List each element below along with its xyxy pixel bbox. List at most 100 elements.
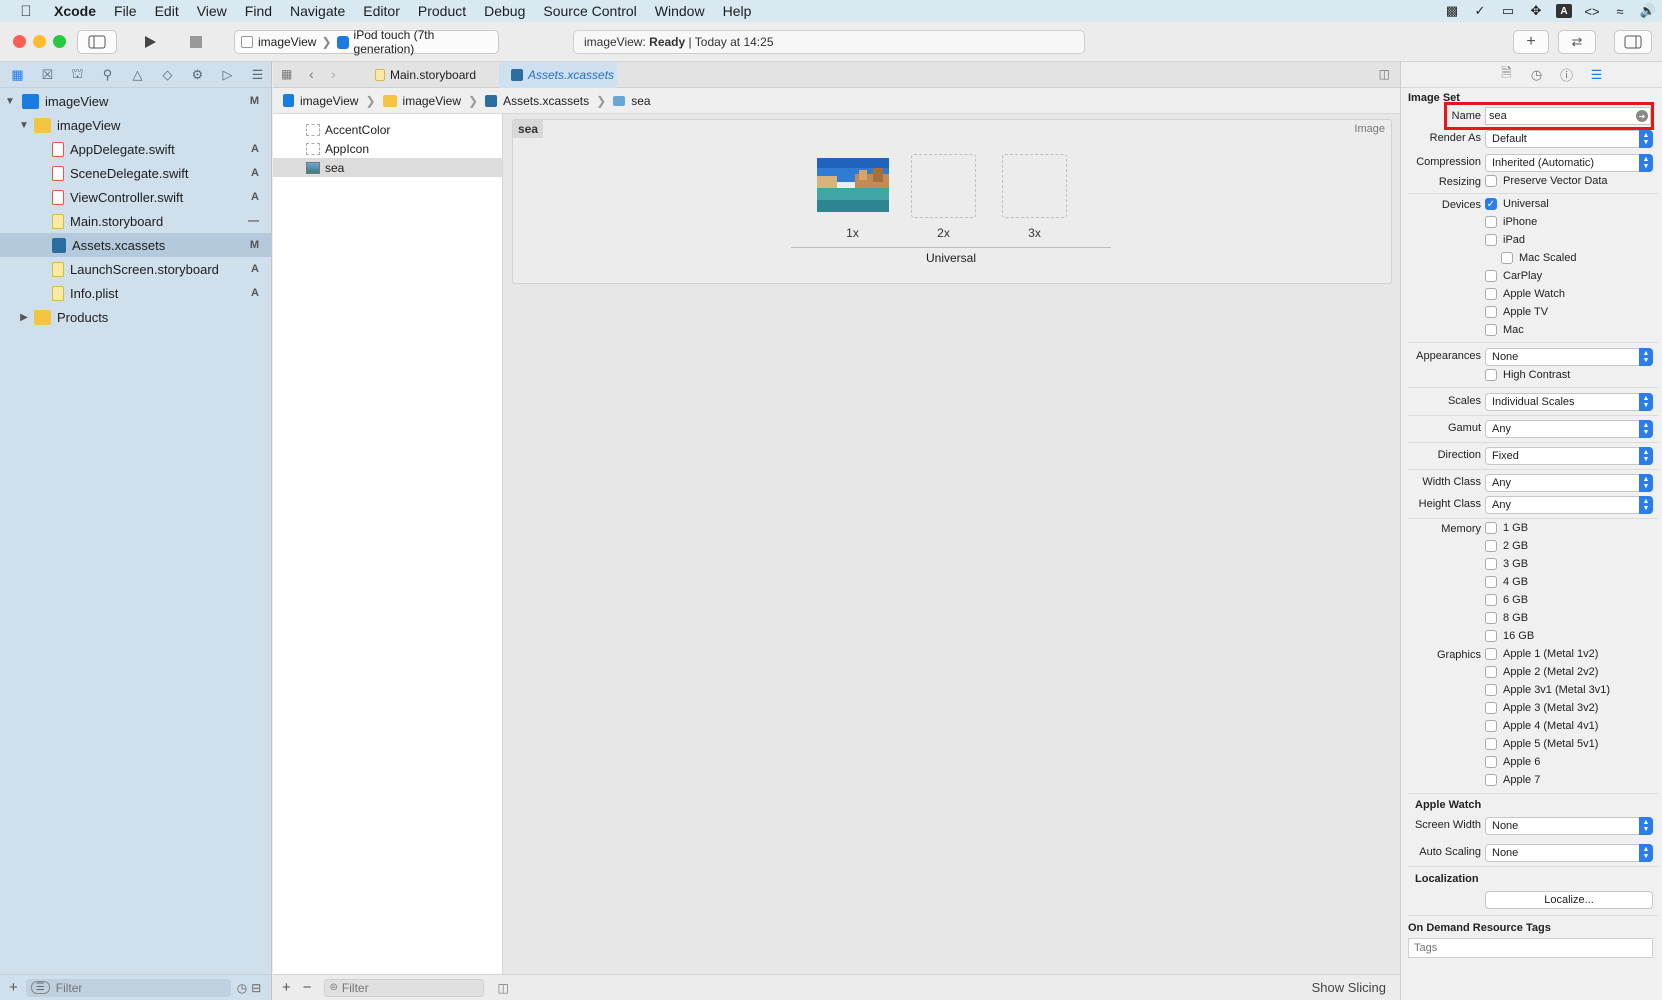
tree-file-row[interactable]: SceneDelegate.swift A — [0, 161, 271, 185]
device-mac-scaled-checkbox[interactable]: Mac Scaled — [1501, 252, 1576, 264]
direction-popup[interactable]: Fixed ▲ ▼ — [1485, 447, 1653, 465]
scales-popup[interactable]: Individual Scales ▲ ▼ — [1485, 393, 1653, 411]
airplay-icon[interactable]: ▭ — [1500, 3, 1516, 18]
asset-row[interactable]: AppIcon — [273, 139, 502, 158]
volume-icon[interactable]: 🔊 — [1640, 3, 1656, 18]
navigator-filter-field[interactable]: ☰ — [25, 978, 231, 997]
asset-filter-field[interactable]: ⊜ — [323, 978, 484, 997]
breakpoint-icon[interactable]: ▷ — [218, 67, 237, 83]
menu-product[interactable]: Product — [409, 3, 475, 19]
tree-file-row[interactable]: ViewController.swift A — [0, 185, 271, 209]
show-slicing-button[interactable]: Show Slicing — [1312, 980, 1386, 995]
render-as-popup[interactable]: Default ▲ ▼ — [1485, 130, 1653, 148]
menu-edit[interactable]: Edit — [146, 3, 188, 19]
input-source-icon[interactable]: A — [1556, 4, 1572, 18]
tree-file-row[interactable]: Info.plist A — [0, 281, 271, 305]
tab-assets-xcassets[interactable]: Assets.xcassets — [499, 62, 617, 88]
scm-filter-icon[interactable]: ⊟ — [251, 981, 261, 995]
menu-navigate[interactable]: Navigate — [281, 3, 354, 19]
symbol-icon[interactable]: ⛫ — [68, 66, 87, 83]
close-window-button[interactable] — [13, 35, 26, 48]
toggle-inspector-button[interactable] — [1614, 30, 1652, 54]
jump-item[interactable]: imageView — [403, 94, 461, 108]
asset-filter-input[interactable] — [341, 980, 462, 995]
memory-checkbox[interactable]: 4 GB — [1485, 576, 1528, 588]
device-apple-tv-checkbox[interactable]: Apple TV — [1485, 306, 1548, 318]
high-contrast-checkbox[interactable]: High Contrast — [1485, 369, 1570, 381]
menu-find[interactable]: Find — [236, 3, 281, 19]
camera-icon[interactable]: ▩ — [1444, 3, 1460, 18]
asset-row-selected[interactable]: sea — [273, 158, 502, 177]
menu-view[interactable]: View — [188, 3, 236, 19]
tree-group-row[interactable]: ▼ imageView — [0, 113, 271, 137]
memory-checkbox[interactable]: 3 GB — [1485, 558, 1528, 570]
gamut-popup[interactable]: Any ▲ ▼ — [1485, 420, 1653, 438]
navigator-filter-input[interactable] — [55, 980, 196, 995]
image-well-1x[interactable] — [817, 154, 889, 218]
tree-file-row[interactable]: LaunchScreen.storyboard A — [0, 257, 271, 281]
graphics-checkbox[interactable]: Apple 6 — [1485, 756, 1540, 768]
tree-group-row[interactable]: ▶ Products — [0, 305, 271, 329]
device-ipad-checkbox[interactable]: iPad — [1485, 234, 1525, 246]
memory-checkbox[interactable]: 16 GB — [1485, 630, 1534, 642]
localize-button[interactable]: Localize... — [1485, 891, 1653, 909]
add-file-icon[interactable]: + — [9, 979, 18, 996]
wifi-icon[interactable]: ≈ — [1612, 4, 1628, 19]
checkmark-circle-icon[interactable]: ✓ — [1472, 3, 1488, 18]
graphics-checkbox[interactable]: Apple 3v1 (Metal 3v1) — [1485, 684, 1610, 696]
graphics-checkbox[interactable]: Apple 7 — [1485, 774, 1540, 786]
asset-row[interactable]: AccentColor — [273, 120, 502, 139]
search-icon[interactable]: ⚲ — [98, 67, 117, 83]
menu-window[interactable]: Window — [646, 3, 714, 19]
apple-menu-icon[interactable]:  — [0, 3, 52, 20]
recent-files-icon[interactable]: ◷ — [237, 981, 247, 995]
code-review-button[interactable]: ⇄ — [1558, 30, 1596, 54]
height-class-popup[interactable]: Any ▲ ▼ — [1485, 496, 1653, 514]
image-well-2x[interactable] — [911, 154, 976, 218]
minimize-window-button[interactable] — [33, 35, 46, 48]
scheme-selector[interactable]: imageView ❯ iPod touch (7th generation) — [234, 28, 499, 56]
report-icon[interactable]: ☰ — [248, 67, 267, 83]
auto-scaling-popup[interactable]: None ▲ ▼ — [1485, 844, 1653, 862]
tree-file-row[interactable]: AppDelegate.swift A — [0, 137, 271, 161]
appearances-popup[interactable]: None ▲ ▼ — [1485, 348, 1653, 366]
menu-editor[interactable]: Editor — [354, 3, 409, 19]
jump-item[interactable]: sea — [631, 94, 650, 108]
stop-button[interactable] — [178, 30, 214, 54]
move-icon[interactable]: ✥ — [1528, 3, 1544, 18]
library-button[interactable]: + — [1513, 30, 1549, 54]
forward-arrow-icon[interactable]: › — [331, 66, 336, 82]
graphics-checkbox[interactable]: Apple 1 (Metal 1v2) — [1485, 648, 1598, 660]
add-asset-icon[interactable]: + — [282, 979, 291, 996]
help-icon[interactable]: ⓘ — [1559, 65, 1575, 84]
screen-width-popup[interactable]: None ▲ ▼ — [1485, 817, 1653, 835]
memory-checkbox[interactable]: 8 GB — [1485, 612, 1528, 624]
history-icon[interactable]: ◷ — [1529, 67, 1545, 83]
device-carplay-checkbox[interactable]: CarPlay — [1485, 270, 1542, 282]
go-arrow-icon[interactable]: ➜ — [1636, 110, 1648, 122]
tab-main-storyboard[interactable]: Main.storyboard — [363, 62, 497, 88]
tree-file-row[interactable]: Main.storyboard — — [0, 209, 271, 233]
memory-checkbox[interactable]: 1 GB — [1485, 522, 1528, 534]
disclosure-open-icon[interactable]: ▼ — [18, 120, 30, 131]
preserve-vector-checkbox[interactable]: Preserve Vector Data — [1485, 175, 1608, 187]
source-control-icon[interactable]: ☒ — [38, 67, 57, 83]
grid-icon[interactable]: ▦ — [281, 67, 292, 81]
memory-checkbox[interactable]: 6 GB — [1485, 594, 1528, 606]
width-class-popup[interactable]: Any ▲ ▼ — [1485, 474, 1653, 492]
menu-help[interactable]: Help — [714, 3, 761, 19]
device-iphone-checkbox[interactable]: iPhone — [1485, 216, 1537, 228]
file-inspector-icon[interactable]: 🗎 — [1499, 64, 1515, 86]
menu-debug[interactable]: Debug — [475, 3, 534, 19]
jump-item[interactable]: imageView — [300, 94, 358, 108]
back-arrow-icon[interactable]: ‹ — [309, 66, 314, 82]
attributes-icon[interactable]: ☰ — [1589, 67, 1605, 83]
tree-file-row-selected[interactable]: Assets.xcassets M — [0, 233, 271, 257]
folder-icon[interactable]: ▦ — [8, 67, 27, 83]
filter-options-icon[interactable]: ☰ — [30, 981, 50, 994]
disclosure-closed-icon[interactable]: ▶ — [18, 312, 30, 323]
menu-xcode[interactable]: Xcode — [52, 3, 105, 19]
toggle-navigator-button[interactable] — [77, 30, 117, 54]
graphics-checkbox[interactable]: Apple 3 (Metal 3v2) — [1485, 702, 1598, 714]
disclosure-open-icon[interactable]: ▼ — [4, 96, 16, 107]
